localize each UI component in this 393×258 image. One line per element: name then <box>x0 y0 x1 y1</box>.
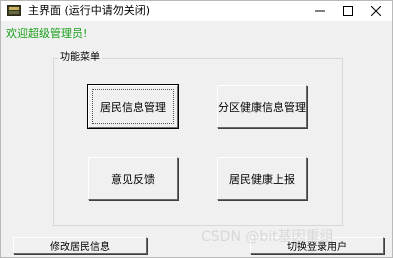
window-title: 主界面 (运行中请勿关闭) <box>28 4 151 17</box>
maximize-icon <box>343 6 353 16</box>
edit-resident-info-button[interactable]: 修改居民信息 <box>13 237 147 254</box>
resident-info-management-button[interactable]: 居民信息管理 <box>87 84 179 129</box>
welcome-message: 欢迎超级管理员! <box>6 27 88 40</box>
health-report-button[interactable]: 居民健康上报 <box>217 157 307 200</box>
feedback-button[interactable]: 意见反馈 <box>88 157 178 200</box>
close-icon <box>371 6 381 16</box>
minimize-icon <box>315 10 325 12</box>
health-report-label: 居民健康上报 <box>229 172 295 186</box>
app-icon <box>7 5 21 16</box>
close-button[interactable] <box>360 1 392 21</box>
function-menu-title: 功能菜单 <box>58 51 102 64</box>
function-menu-group <box>53 58 343 226</box>
zone-health-info-management-label: 分区健康信息管理 <box>218 100 306 114</box>
watermark: CSDN @bit基因重组 <box>201 229 334 245</box>
main-window: 主界面 (运行中请勿关闭) 欢迎超级管理员! 功能菜单 居民信息管理 分区健康信… <box>0 0 393 258</box>
zone-health-info-management-button[interactable]: 分区健康信息管理 <box>217 85 307 128</box>
title-bar[interactable]: 主界面 (运行中请勿关闭) <box>1 1 392 21</box>
focus-rectangle <box>92 89 174 124</box>
feedback-label: 意见反馈 <box>111 172 155 186</box>
edit-resident-info-label: 修改居民信息 <box>50 242 110 253</box>
